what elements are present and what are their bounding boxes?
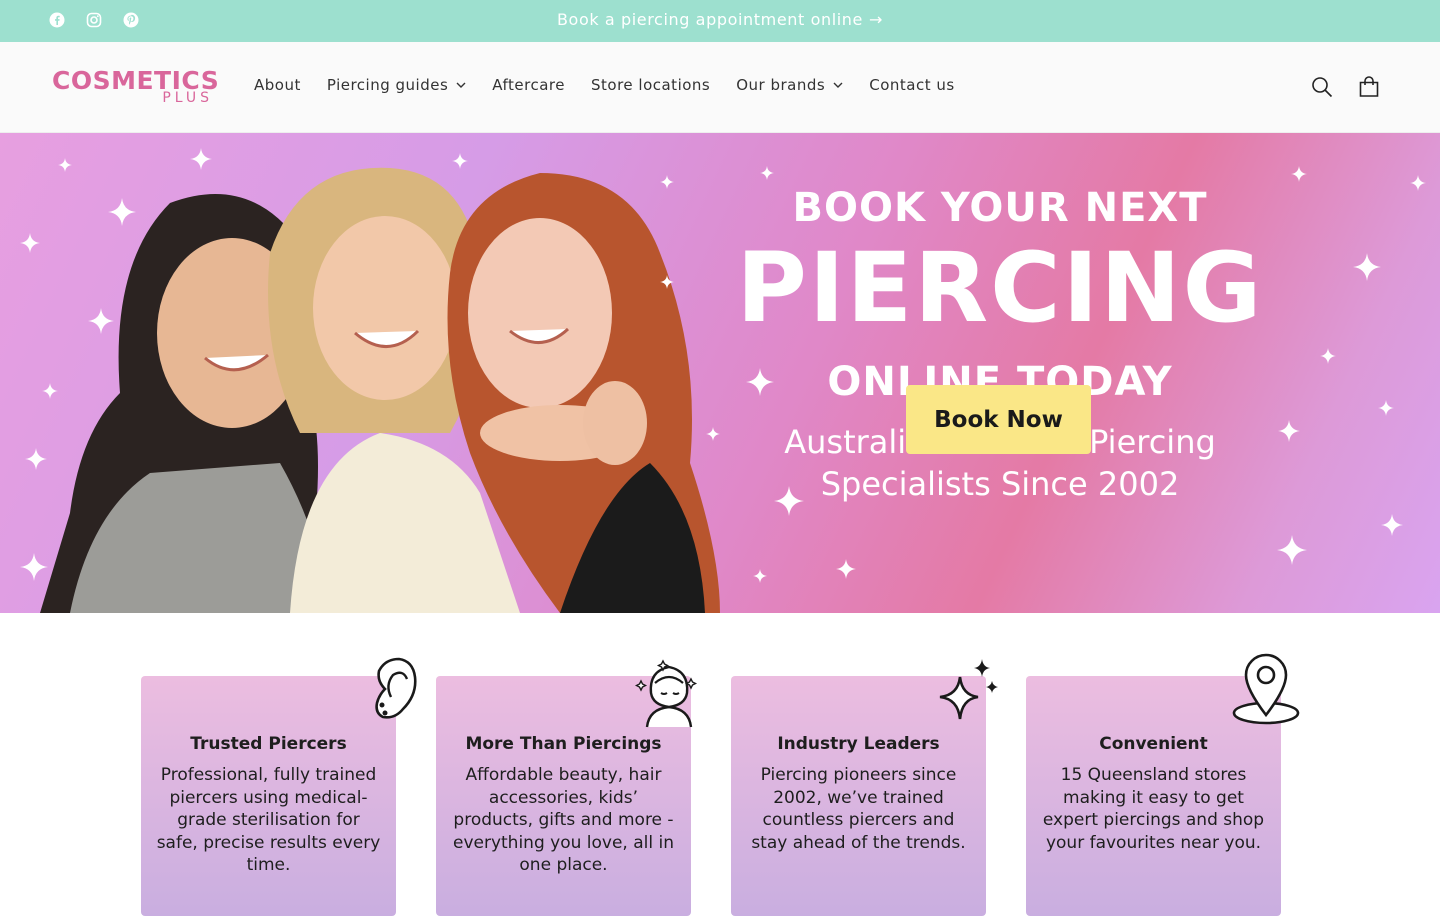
- hero-line2: PIERCING: [736, 232, 1264, 344]
- hero-text: BOOK YOUR NEXT PIERCING ONLINE TODAY Aus…: [700, 133, 1300, 613]
- feature-text: 15 Queensland stores making it easy to g…: [1042, 765, 1265, 853]
- cart-icon[interactable]: [1357, 75, 1381, 99]
- hero-line1: BOOK YOUR NEXT: [792, 185, 1208, 231]
- nav-item-store-locations[interactable]: Store locations: [591, 76, 710, 94]
- sparkle-icon: [1320, 348, 1336, 364]
- sparkle-icon: [88, 308, 114, 334]
- nav-item-label: Store locations: [590, 76, 711, 94]
- features-section: Trusted Piercers Professional, fully tra…: [0, 613, 1440, 916]
- nav-item-label: Our brands: [736, 76, 826, 94]
- nav-item-label: Piercing guides: [326, 76, 449, 94]
- feature-text: Affordable beauty, hair accessories, kid…: [452, 765, 675, 875]
- location-pin-icon: [1232, 653, 1300, 725]
- site-header: COSMETICS PLUS About Piercing guides Aft…: [0, 42, 1440, 133]
- sparkle-icon: [660, 175, 674, 189]
- sparkle-icon: [190, 148, 212, 170]
- hero-banner[interactable]: BOOK YOUR NEXT PIERCING ONLINE TODAY Aus…: [0, 133, 1440, 613]
- feature-title: Convenient: [1099, 734, 1208, 754]
- feature-text: Professional, fully trained piercers usi…: [156, 765, 381, 875]
- sparkle-icon: [1378, 400, 1394, 416]
- feature-title: Industry Leaders: [777, 734, 940, 754]
- announcement-text: Book a piercing appointment online: [556, 10, 863, 29]
- sparkle-icon: [660, 275, 674, 289]
- arrow-right-icon: →: [868, 10, 883, 29]
- sparkle-icon: [939, 659, 998, 720]
- woman-beauty-icon: [634, 659, 698, 728]
- logo-line2: PLUS: [162, 90, 213, 106]
- main-nav: About Piercing guides Aftercare Store lo…: [254, 76, 955, 94]
- book-appointment-link[interactable]: Book a piercing appointment online →: [0, 10, 1440, 29]
- nav-item-label: About: [254, 76, 301, 94]
- chevron-down-icon: [456, 82, 466, 88]
- sparkle-icon: [108, 198, 136, 226]
- nav-item-contact-us[interactable]: Contact us: [869, 76, 954, 94]
- announcement-bar: Book a piercing appointment online →: [0, 0, 1440, 42]
- chevron-down-icon: [833, 82, 843, 88]
- sparkle-icon: [25, 448, 47, 470]
- nav-item-aftercare[interactable]: Aftercare: [492, 76, 565, 94]
- ear-icon: [375, 657, 417, 719]
- sparkle-icon: [1410, 175, 1426, 191]
- feature-text: Piercing pioneers since 2002, we’ve trai…: [751, 765, 966, 853]
- feature-title: More Than Piercings: [465, 734, 662, 754]
- nav-item-about[interactable]: About: [254, 76, 301, 94]
- feature-title: Trusted Piercers: [190, 734, 347, 754]
- book-now-button[interactable]: Book Now: [906, 385, 1091, 454]
- nav-item-label: Contact us: [869, 76, 955, 94]
- sparkle-icon: [1381, 514, 1403, 536]
- search-icon[interactable]: [1310, 75, 1334, 99]
- nav-item-label: Aftercare: [492, 76, 565, 94]
- sparkle-icon: [1353, 253, 1381, 281]
- sparkle-icon: [452, 153, 468, 169]
- sparkle-icon: [20, 553, 48, 581]
- nav-item-our-brands[interactable]: Our brands: [736, 76, 843, 94]
- sparkle-icon: [42, 383, 58, 399]
- sparkle-icon: [58, 158, 72, 172]
- nav-item-piercing-guides[interactable]: Piercing guides: [327, 76, 466, 94]
- sparkle-icon: [20, 233, 40, 253]
- logo[interactable]: COSMETICS PLUS: [52, 66, 219, 108]
